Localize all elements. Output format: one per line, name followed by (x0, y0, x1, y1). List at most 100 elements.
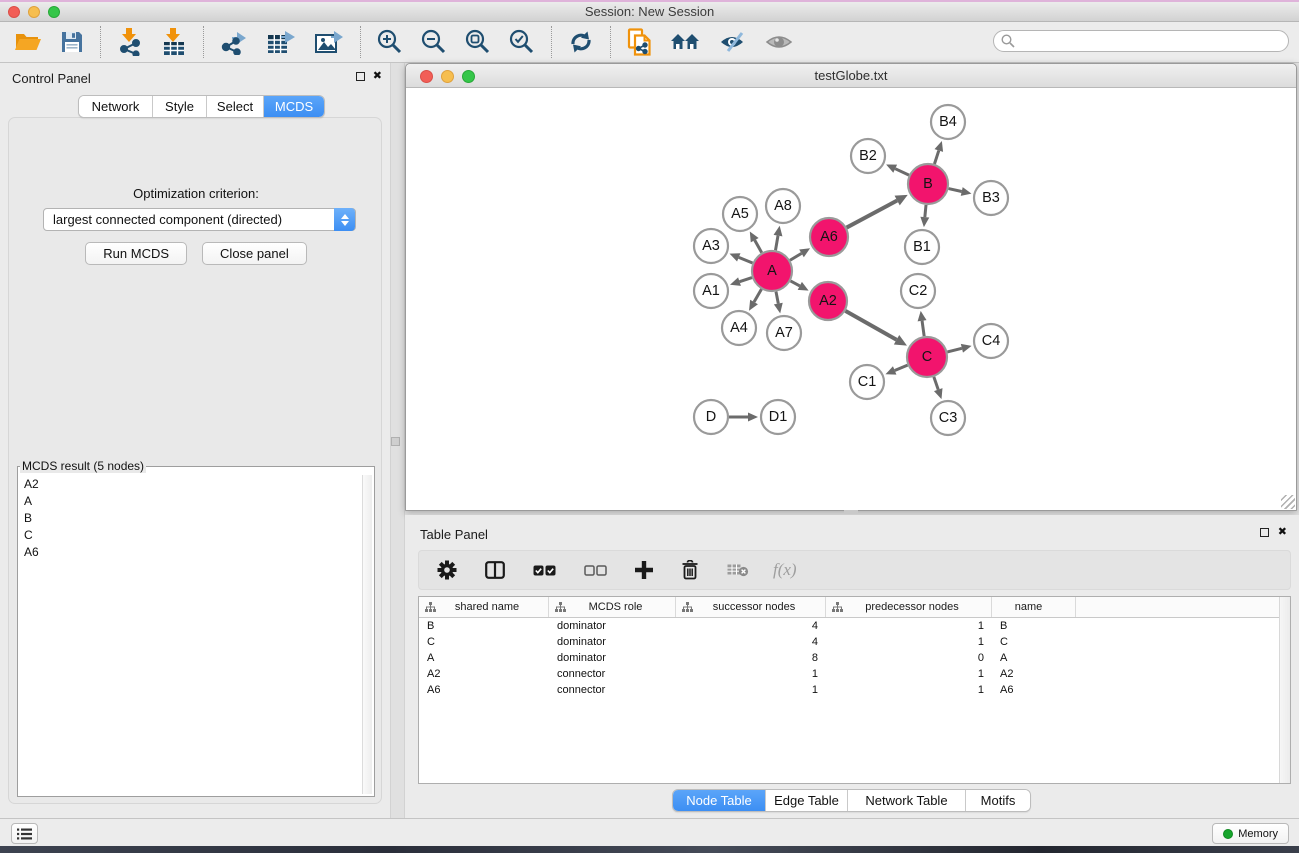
mcds-result-item[interactable]: A (18, 492, 362, 509)
graph-node-D[interactable]: D (694, 400, 728, 434)
graph-node-B4[interactable]: B4 (931, 105, 965, 139)
network-canvas-area[interactable]: AA1A2A3A4A5A6A7A8BB1B2B3B4CC1C2C3C4DD1 (406, 88, 1296, 510)
mcds-result-item[interactable]: A6 (18, 543, 362, 560)
tab-network-table[interactable]: Network Table (847, 790, 965, 811)
table-row[interactable]: Bdominator41B (419, 618, 1290, 634)
graph-edge-A-A8[interactable] (774, 226, 783, 251)
graph-node-B1[interactable]: B1 (905, 230, 939, 264)
table-scrollbar[interactable] (1279, 597, 1290, 783)
split-divider-handle[interactable] (391, 437, 400, 446)
export-table-button[interactable] (262, 27, 300, 57)
close-window-button[interactable] (8, 6, 20, 18)
graph-edge-A-A5[interactable] (750, 231, 762, 252)
hide-selected-button[interactable] (715, 29, 751, 55)
mcds-result-item[interactable]: C (18, 526, 362, 543)
table-settings-button[interactable] (433, 558, 461, 582)
graph-edge-C-C1[interactable] (885, 365, 907, 375)
clone-network-button[interactable] (623, 26, 657, 58)
graph-edge-D-D1[interactable] (729, 413, 758, 422)
column-header-successor-nodes[interactable]: successor nodes (676, 597, 826, 617)
tab-mcds[interactable]: MCDS (263, 96, 324, 117)
resize-grip[interactable] (1281, 495, 1295, 509)
table-row[interactable]: A2connector11A2 (419, 666, 1290, 682)
graph-edge-A-A2[interactable] (791, 281, 809, 291)
tab-network[interactable]: Network (79, 96, 152, 117)
graph-node-A2[interactable]: A2 (809, 282, 847, 320)
zoom-selected-button[interactable] (505, 27, 539, 57)
close-panel-icon[interactable]: ✖ (373, 71, 382, 82)
graph-node-A[interactable]: A (752, 251, 792, 291)
network-zoom-button[interactable] (462, 70, 475, 83)
table-row[interactable]: Cdominator41C (419, 634, 1290, 650)
graph-edge-C-C3[interactable] (934, 377, 943, 399)
graph-node-A6[interactable]: A6 (810, 218, 848, 256)
graph-edge-C-C2[interactable] (918, 311, 927, 336)
network-canvas[interactable]: AA1A2A3A4A5A6A7A8BB1B2B3B4CC1C2C3C4DD1 (406, 88, 1296, 510)
column-header-MCDS-role[interactable]: MCDS role (549, 597, 676, 617)
tab-node-table[interactable]: Node Table (673, 790, 765, 811)
graph-node-C2[interactable]: C2 (901, 274, 935, 308)
close-panel-button[interactable]: Close panel (202, 242, 307, 265)
graph-node-C1[interactable]: C1 (850, 365, 884, 399)
zoom-window-button[interactable] (48, 6, 60, 18)
graph-node-C[interactable]: C (907, 337, 947, 377)
table-close-icon[interactable]: ✖ (1278, 527, 1287, 538)
run-mcds-button[interactable]: Run MCDS (85, 242, 187, 265)
deselect-all-button[interactable] (580, 563, 611, 578)
graph-node-A5[interactable]: A5 (723, 197, 757, 231)
search-box[interactable] (993, 30, 1289, 52)
show-column-button[interactable] (481, 559, 509, 581)
tab-select[interactable]: Select (206, 96, 263, 117)
table-row[interactable]: A6connector11A6 (419, 682, 1290, 698)
delete-column-button[interactable] (677, 558, 703, 582)
graph-edge-A-A4[interactable] (749, 289, 761, 311)
column-header-predecessor-nodes[interactable]: predecessor nodes (826, 597, 992, 617)
tab-motifs[interactable]: Motifs (965, 790, 1030, 811)
graph-node-B3[interactable]: B3 (974, 181, 1008, 215)
search-input[interactable] (1019, 34, 1288, 48)
select-all-button[interactable] (529, 563, 560, 578)
graph-edge-B-B4[interactable] (934, 141, 943, 164)
mcds-list-scrollbar[interactable] (362, 475, 372, 794)
import-table-button[interactable] (157, 26, 191, 58)
zoom-in-button[interactable] (373, 27, 407, 57)
graph-node-A3[interactable]: A3 (694, 229, 728, 263)
mcds-result-item[interactable]: B (18, 509, 362, 526)
mcds-result-item[interactable]: A2 (18, 475, 362, 492)
criterion-dropdown[interactable]: largest connected component (directed) (43, 208, 356, 231)
memory-button[interactable]: Memory (1212, 823, 1289, 844)
save-session-button[interactable] (56, 28, 88, 56)
zoom-out-button[interactable] (417, 27, 451, 57)
column-header-name[interactable]: name (992, 597, 1076, 617)
network-minimize-button[interactable] (441, 70, 454, 83)
graph-node-A4[interactable]: A4 (722, 311, 756, 345)
tab-style[interactable]: Style (152, 96, 206, 117)
graph-node-B2[interactable]: B2 (851, 139, 885, 173)
float-panel-icon[interactable] (356, 72, 365, 81)
table-row[interactable]: Adominator80A (419, 650, 1290, 666)
graph-edge-B-B1[interactable] (920, 205, 929, 227)
graph-edge-A6-B[interactable] (847, 195, 908, 228)
network-hscroll-nub[interactable] (844, 510, 858, 514)
export-network-button[interactable] (216, 27, 252, 57)
graph-edge-C-C4[interactable] (947, 344, 971, 353)
graph-node-A8[interactable]: A8 (766, 189, 800, 223)
export-image-button[interactable] (310, 27, 348, 57)
minimize-window-button[interactable] (28, 6, 40, 18)
graph-node-C4[interactable]: C4 (974, 324, 1008, 358)
graph-node-A1[interactable]: A1 (694, 274, 728, 308)
graph-edge-A-A1[interactable] (730, 277, 752, 286)
zoom-fit-button[interactable] (461, 27, 495, 57)
network-close-button[interactable] (420, 70, 433, 83)
import-network-button[interactable] (113, 26, 147, 58)
open-session-button[interactable] (10, 28, 46, 56)
graph-node-C3[interactable]: C3 (931, 401, 965, 435)
first-neighbors-button[interactable] (667, 29, 705, 55)
graph-edge-A2-C[interactable] (845, 311, 907, 346)
tab-edge-table[interactable]: Edge Table (765, 790, 847, 811)
refresh-button[interactable] (564, 28, 598, 56)
graph-node-B[interactable]: B (908, 164, 948, 204)
show-all-button[interactable] (761, 30, 797, 54)
create-column-button[interactable] (631, 559, 657, 581)
table-float-icon[interactable] (1260, 528, 1269, 537)
